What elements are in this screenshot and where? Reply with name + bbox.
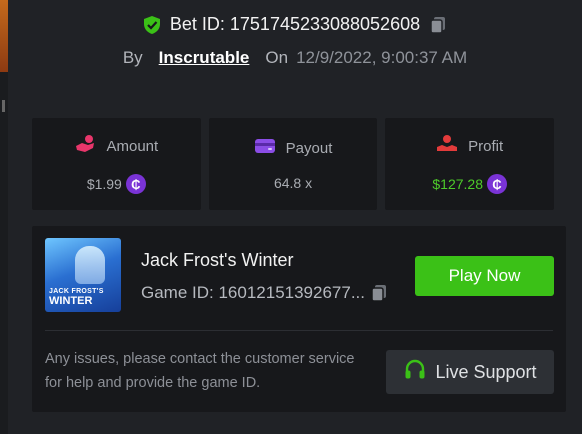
game-title: Jack Frost's Winter <box>141 250 294 270</box>
on-label: On <box>265 48 289 67</box>
stat-value: $1.99 <box>86 176 122 192</box>
copy-bet-id-icon[interactable] <box>428 15 448 35</box>
bet-id-text: Bet ID: 1751745233088052608 <box>169 14 421 34</box>
game-thumbnail[interactable]: JACK FROST'S WINTER <box>45 238 121 312</box>
play-now-button[interactable]: Play Now <box>415 256 554 296</box>
game-panel: JACK FROST'S WINTER Jack Frost's Winter … <box>32 226 566 412</box>
by-label: By <box>122 48 143 67</box>
live-support-label: Live Support <box>435 361 537 382</box>
coin-icon: ₵ <box>125 174 146 194</box>
thumbnail-title-line2: WINTER <box>49 295 93 307</box>
bet-date: 12/9/2022, 9:00:37 AM <box>296 48 468 67</box>
username-link[interactable]: Inscrutable <box>159 48 250 68</box>
coin-icon: ₵ <box>486 174 507 194</box>
stat-label: Amount <box>106 137 159 155</box>
stat-payout: Payout 64.8 x <box>208 118 378 210</box>
help-text: Any issues, please contact the customer … <box>45 351 355 391</box>
divider <box>45 330 553 331</box>
bet-header: Bet ID: 1751745233088052608 By Inscrutab… <box>8 0 582 110</box>
bet-stats: Amount $1.99 ₵ Payout 64.8 x Profit $127… <box>32 118 555 210</box>
background-marker <box>2 100 5 112</box>
profit-icon <box>436 134 458 158</box>
stat-value: $127.28 <box>432 176 483 192</box>
stat-amount: Amount $1.99 ₵ <box>32 118 201 210</box>
game-id-text: Game ID: 16012151392677... <box>141 283 365 302</box>
stat-value: 64.8 x <box>273 175 313 191</box>
headset-icon <box>403 358 427 387</box>
copy-game-id-icon[interactable] <box>369 283 389 303</box>
verified-shield-icon <box>142 15 162 35</box>
thumbnail-character <box>75 246 105 284</box>
amount-icon <box>74 134 96 158</box>
background-sidebar-strip <box>0 0 8 434</box>
bet-id-row: Bet ID: 1751745233088052608 <box>8 14 582 35</box>
stat-label: Profit <box>468 137 504 155</box>
wallet-icon <box>254 137 276 159</box>
stat-profit: Profit $127.28 ₵ <box>385 118 555 210</box>
bet-meta-row: By Inscrutable On 12/9/2022, 9:00:37 AM <box>8 48 582 68</box>
background-thumbnail-edge <box>0 0 8 72</box>
live-support-button[interactable]: Live Support <box>386 350 554 394</box>
thumbnail-title-line1: JACK FROST'S <box>49 288 104 295</box>
game-id-row: Game ID: 16012151392677... <box>141 283 389 303</box>
stat-label: Payout <box>285 139 333 157</box>
